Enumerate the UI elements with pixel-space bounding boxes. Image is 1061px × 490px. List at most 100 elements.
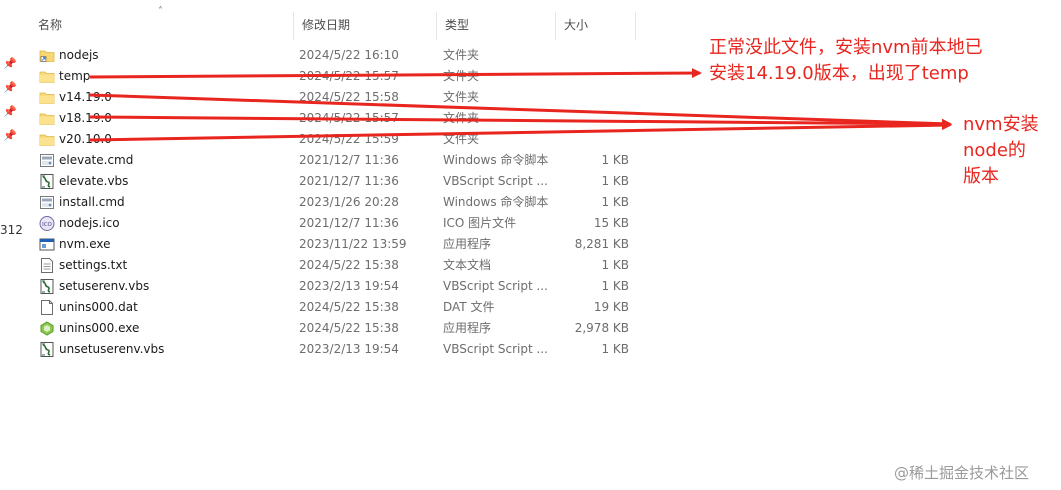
column-header-date-label: 修改日期 [302, 18, 351, 32]
file-type: 文本文档 [443, 258, 492, 272]
column-header-type[interactable]: 类型 [437, 12, 555, 40]
dat-file-icon [39, 300, 55, 315]
file-type: 应用程序 [443, 321, 492, 335]
column-header-size[interactable]: 大小 [556, 12, 636, 40]
file-row[interactable]: elevate.vbs 2021/12/7 11:36 VBScript Scrip… [30, 171, 640, 192]
file-name: unins000.exe [59, 321, 140, 335]
file-date-modified: 2023/2/13 19:54 [299, 279, 399, 293]
file-row[interactable]: temp 2024/5/22 15:57 文件夹 [30, 66, 640, 87]
navigation-pane-edge: 📌 📌 📌 📌 312 [0, 0, 23, 490]
file-row[interactable]: unins000.exe 2024/5/22 15:38 应用程序 2,978 KB [30, 318, 640, 339]
file-date-modified: 2023/2/13 19:54 [299, 342, 399, 356]
svg-text:ICO: ICO [42, 222, 52, 228]
file-date-modified: 2024/5/22 16:10 [299, 48, 399, 62]
file-size: 15 KB [593, 216, 629, 230]
file-date-modified: 2024/5/22 15:57 [299, 111, 399, 125]
file-name: install.cmd [59, 195, 125, 209]
file-date-modified: 2024/5/22 15:59 [299, 132, 399, 146]
vbs-file-icon [39, 342, 55, 357]
nav-item-partial-label: 312 [0, 223, 23, 237]
exe-file-icon [39, 237, 55, 252]
column-header-name[interactable]: 名称 [30, 12, 294, 40]
file-type: 应用程序 [443, 237, 492, 251]
file-date-modified: 2024/5/22 15:38 [299, 258, 399, 272]
file-type: DAT 文件 [443, 300, 495, 314]
column-header-type-label: 类型 [445, 18, 470, 32]
cmd-file-icon [39, 195, 55, 210]
file-size: 1 KB [601, 258, 629, 272]
file-row[interactable]: setuserenv.vbs 2023/2/13 19:54 VBScript Sc… [30, 276, 640, 297]
file-name: settings.txt [59, 258, 128, 272]
file-type: Windows 命令脚本 [443, 153, 549, 167]
file-row[interactable]: v20.10.0 2024/5/22 15:59 文件夹 [30, 129, 640, 150]
vbs-file-icon [39, 279, 55, 294]
file-name: nodejs [59, 48, 99, 62]
file-name: setuserenv.vbs [59, 279, 150, 293]
file-size: 1 KB [601, 342, 629, 356]
file-date-modified: 2024/5/22 15:38 [299, 321, 399, 335]
file-type: 文件夹 [443, 132, 480, 146]
pin-icon[interactable]: 📌 [3, 130, 17, 142]
file-size: 1 KB [601, 279, 629, 293]
file-name: nodejs.ico [59, 216, 120, 230]
file-size: 1 KB [601, 174, 629, 188]
file-row[interactable]: nvm.exe 2023/11/22 13:59 应用程序 8,281 KB [30, 234, 640, 255]
file-date-modified: 2021/12/7 11:36 [299, 216, 399, 230]
folder-icon [39, 132, 55, 147]
file-type: ICO 图片文件 [443, 216, 517, 230]
file-size: 19 KB [593, 300, 629, 314]
column-header-bar: ˄ 名称 修改日期 类型 大小 [30, 6, 640, 40]
annotation-temp-note: 正常没此文件，安装nvm前本地已 安装14.19.0版本，出现了temp [709, 37, 983, 84]
file-row[interactable]: v14.19.0 2024/5/22 15:58 文件夹 [30, 87, 640, 108]
file-type: VBScript Script ... [443, 174, 548, 188]
file-name: nvm.exe [59, 237, 111, 251]
file-name: v14.19.0 [59, 90, 112, 104]
file-type: 文件夹 [443, 111, 480, 125]
pin-icon[interactable]: 📌 [3, 82, 17, 94]
folder-icon [39, 69, 55, 84]
file-date-modified: 2021/12/7 11:36 [299, 174, 399, 188]
file-name: temp [59, 69, 91, 83]
file-date-modified: 2023/1/26 20:28 [299, 195, 399, 209]
file-row[interactable]: unsetuserenv.vbs 2023/2/13 19:54 VBScript … [30, 339, 640, 360]
file-name: elevate.vbs [59, 174, 129, 188]
file-size: 8,281 KB [574, 237, 629, 251]
file-size: 1 KB [601, 153, 629, 167]
file-type: 文件夹 [443, 69, 480, 83]
vbs-file-icon [39, 174, 55, 189]
watermark: @稀土掘金技术社区 [894, 464, 1030, 482]
folder-icon [39, 90, 55, 105]
file-row[interactable]: unins000.dat 2024/5/22 15:38 DAT 文件 19 KB [30, 297, 640, 318]
file-date-modified: 2023/11/22 13:59 [299, 237, 407, 251]
file-type: 文件夹 [443, 48, 480, 62]
file-row[interactable]: ICO nodejs.ico 2021/12/7 11:36 ICO 图片文件 15 K… [30, 213, 640, 234]
file-row[interactable]: nodejs 2024/5/22 16:10 文件夹 [30, 45, 640, 66]
file-row[interactable]: elevate.cmd 2021/12/7 11:36 Windows 命令脚本 1 … [30, 150, 640, 171]
file-date-modified: 2021/12/7 11:36 [299, 153, 399, 167]
file-type: Windows 命令脚本 [443, 195, 549, 209]
file-name: v18.19.0 [59, 111, 112, 125]
folder-shortcut-icon [39, 48, 55, 63]
file-date-modified: 2024/5/22 15:38 [299, 300, 399, 314]
file-row[interactable]: v18.19.0 2024/5/22 15:57 文件夹 [30, 108, 640, 129]
file-type: 文件夹 [443, 90, 480, 104]
column-divider[interactable] [635, 12, 636, 40]
pin-icon[interactable]: 📌 [3, 58, 17, 70]
column-header-date[interactable]: 修改日期 [294, 12, 437, 40]
column-header-name-label: 名称 [38, 18, 63, 32]
file-name: unsetuserenv.vbs [59, 342, 165, 356]
file-type: VBScript Script ... [443, 279, 548, 293]
file-name: elevate.cmd [59, 153, 134, 167]
file-date-modified: 2024/5/22 15:57 [299, 69, 399, 83]
file-row[interactable]: install.cmd 2023/1/26 20:28 Windows 命令脚本 1 … [30, 192, 640, 213]
column-header-size-label: 大小 [564, 18, 589, 32]
pin-icon[interactable]: 📌 [3, 106, 17, 118]
cmd-file-icon [39, 153, 55, 168]
file-name: v20.10.0 [59, 132, 112, 146]
annotation-versions-note: nvm安装 node的 版本 [963, 114, 1039, 187]
file-size: 2,978 KB [574, 321, 629, 335]
txt-file-icon [39, 258, 55, 273]
ico-file-icon: ICO [39, 216, 55, 231]
folder-icon [39, 111, 55, 126]
file-row[interactable]: settings.txt 2024/5/22 15:38 文本文档 1 KB [30, 255, 640, 276]
